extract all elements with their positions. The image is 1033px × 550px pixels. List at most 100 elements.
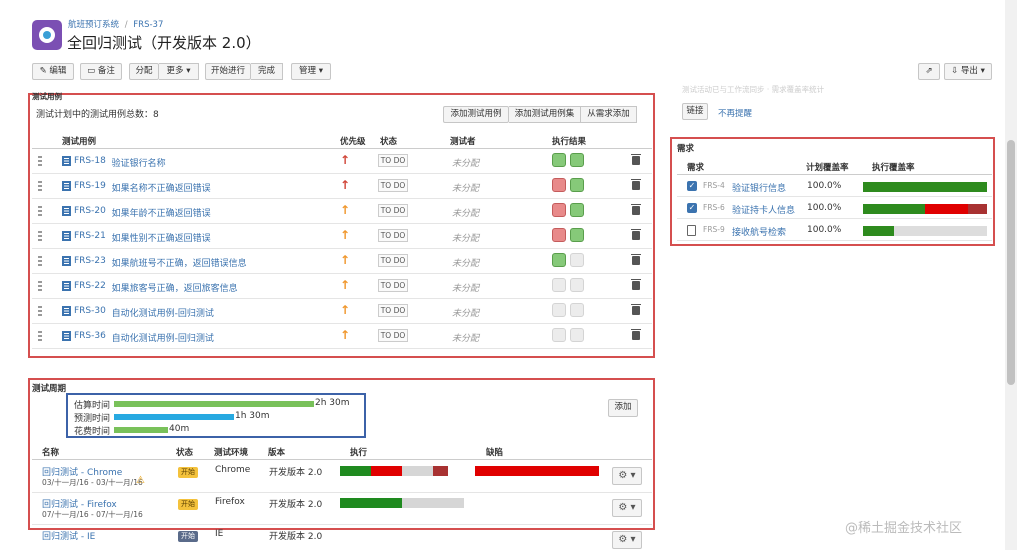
tester-value[interactable]: 未分配 [452, 231, 479, 244]
testcase-row[interactable]: FRS-20 如果年龄不正确返回错误 ↑ TO DO 未分配 [32, 199, 652, 224]
trash-icon[interactable] [631, 254, 641, 265]
add-testcase-button[interactable]: 添加测试用例 [443, 106, 509, 123]
requirement-row[interactable]: ✓ FRS-4 验证银行信息 100.0% [677, 176, 992, 197]
tester-value[interactable]: 未分配 [452, 256, 479, 269]
testcase-row[interactable]: FRS-23 如果航班号不正确，返回错误信息 ↑ TO DO 未分配 [32, 249, 652, 274]
testcase-row[interactable]: FRS-36 自动化测试用例-回归测试 ↑ TO DO 未分配 [32, 324, 652, 349]
drag-handle-icon[interactable] [38, 281, 42, 291]
status-badge[interactable]: TO DO [378, 329, 408, 342]
breadcrumb-issue[interactable]: FRS-37 [133, 20, 163, 30]
cycle-name[interactable]: 回归测试 - IE [42, 529, 95, 542]
trash-icon[interactable] [631, 279, 641, 290]
requirement-key[interactable]: FRS-9 [703, 225, 725, 234]
testcase-row[interactable]: FRS-21 如果性别不正确返回错误 ↑ TO DO 未分配 [32, 224, 652, 249]
start-progress-button[interactable]: 开始进行 [205, 63, 251, 80]
testcase-row[interactable]: FRS-22 如果旅客号正确，返回旅客信息 ↑ TO DO 未分配 [32, 274, 652, 299]
drag-handle-icon[interactable] [38, 231, 42, 241]
drag-handle-icon[interactable] [38, 181, 42, 191]
requirement-name[interactable]: 接收航号检索 [732, 225, 786, 238]
execution-result-square[interactable] [570, 253, 584, 267]
cycle-row[interactable]: 回归测试 - IE 开始 IE 开发版本 2.0 ⚙ ▾ [32, 525, 652, 550]
requirement-name[interactable]: 验证持卡人信息 [732, 203, 795, 216]
gear-icon[interactable]: ⚙ ▾ [612, 499, 642, 517]
status-badge[interactable]: TO DO [378, 154, 408, 167]
drag-handle-icon[interactable] [38, 306, 42, 316]
requirement-row[interactable]: ✓ FRS-6 验证持卡人信息 100.0% [677, 198, 992, 219]
project-avatar[interactable] [32, 20, 62, 50]
requirement-name[interactable]: 验证银行信息 [732, 181, 786, 194]
testcase-name[interactable]: 自动化测试用例-回归测试 [112, 306, 214, 319]
execution-result-square[interactable] [552, 153, 566, 167]
no-remind-link[interactable]: 不再提醒 [718, 107, 752, 119]
trash-icon[interactable] [631, 179, 641, 190]
trash-icon[interactable] [631, 229, 641, 240]
status-badge[interactable]: TO DO [378, 304, 408, 317]
add-testcase-set-button[interactable]: 添加测试用例集 [509, 106, 581, 123]
drag-handle-icon[interactable] [38, 256, 42, 266]
testcase-name[interactable]: 如果年龄不正确返回错误 [112, 206, 211, 219]
execution-result-square[interactable] [552, 203, 566, 217]
status-badge[interactable]: TO DO [378, 229, 408, 242]
trash-icon[interactable] [631, 154, 641, 165]
execution-result-square[interactable] [552, 178, 566, 192]
execution-result-square[interactable] [570, 303, 584, 317]
testcase-name[interactable]: 如果航班号不正确，返回错误信息 [112, 256, 247, 269]
more-button[interactable]: 更多 ▾ [159, 63, 199, 80]
requirement-key[interactable]: FRS-6 [703, 203, 725, 212]
tester-value[interactable]: 未分配 [452, 281, 479, 294]
drag-handle-icon[interactable] [38, 206, 42, 216]
manage-button[interactable]: 管理 ▾ [291, 63, 331, 80]
status-badge[interactable]: TO DO [378, 254, 408, 267]
assign-button[interactable]: 分配 [129, 63, 159, 80]
tester-value[interactable]: 未分配 [452, 206, 479, 219]
execution-result-square[interactable] [552, 278, 566, 292]
testcase-key[interactable]: FRS-23 [74, 256, 106, 266]
testcase-key[interactable]: FRS-21 [74, 231, 106, 241]
execution-result-square[interactable] [570, 228, 584, 242]
export-button[interactable]: ⇩ 导出 ▾ [944, 63, 992, 80]
add-cycle-button[interactable]: 添加 [608, 399, 638, 417]
status-badge[interactable]: TO DO [378, 204, 408, 217]
testcase-row[interactable]: FRS-30 自动化测试用例-回归测试 ↑ TO DO 未分配 [32, 299, 652, 324]
execution-result-square[interactable] [570, 328, 584, 342]
cycle-row[interactable]: 回归测试 - Chrome 03/十一月/16 - 03/十一月/16 ⚠ 开始 Chr… [32, 461, 652, 493]
status-badge[interactable]: TO DO [378, 179, 408, 192]
execution-result-square[interactable] [570, 178, 584, 192]
testcase-row[interactable]: FRS-18 验证银行名称 ↑ TO DO 未分配 [32, 149, 652, 174]
gear-icon[interactable]: ⚙ ▾ [612, 467, 642, 485]
testcase-name[interactable]: 自动化测试用例-回归测试 [112, 331, 214, 344]
testcase-row[interactable]: FRS-19 如果名称不正确返回错误 ↑ TO DO 未分配 [32, 174, 652, 199]
testcase-name[interactable]: 如果名称不正确返回错误 [112, 181, 211, 194]
done-button[interactable]: 完成 [251, 63, 283, 80]
testcase-name[interactable]: 如果性别不正确返回错误 [112, 231, 211, 244]
execution-result-square[interactable] [570, 278, 584, 292]
trash-icon[interactable] [631, 304, 641, 315]
tester-value[interactable]: 未分配 [452, 306, 479, 319]
drag-handle-icon[interactable] [38, 156, 42, 166]
execution-result-square[interactable] [552, 303, 566, 317]
testcase-key[interactable]: FRS-30 [74, 306, 106, 316]
execution-result-square[interactable] [552, 253, 566, 267]
link-button[interactable]: 链接 [682, 103, 708, 120]
trash-icon[interactable] [631, 329, 641, 340]
add-from-requirement-button[interactable]: 从需求添加 [581, 106, 637, 123]
gear-icon[interactable]: ⚙ ▾ [612, 531, 642, 549]
tester-value[interactable]: 未分配 [452, 331, 479, 344]
testcase-key[interactable]: FRS-18 [74, 156, 106, 166]
trash-icon[interactable] [631, 204, 641, 215]
status-badge[interactable]: TO DO [378, 279, 408, 292]
breadcrumb-project[interactable]: 航班预订系统 [68, 20, 119, 30]
execution-result-square[interactable] [570, 203, 584, 217]
tester-value[interactable]: 未分配 [452, 181, 479, 194]
requirement-key[interactable]: FRS-4 [703, 181, 725, 190]
testcase-key[interactable]: FRS-36 [74, 331, 106, 341]
testcase-key[interactable]: FRS-19 [74, 181, 106, 191]
execution-result-square[interactable] [552, 328, 566, 342]
comment-button[interactable]: ▭ 备注 [80, 63, 122, 80]
drag-handle-icon[interactable] [38, 331, 42, 341]
testcase-key[interactable]: FRS-22 [74, 281, 106, 291]
testcase-key[interactable]: FRS-20 [74, 206, 106, 216]
execution-result-square[interactable] [570, 153, 584, 167]
execution-result-square[interactable] [552, 228, 566, 242]
tester-value[interactable]: 未分配 [452, 156, 479, 169]
